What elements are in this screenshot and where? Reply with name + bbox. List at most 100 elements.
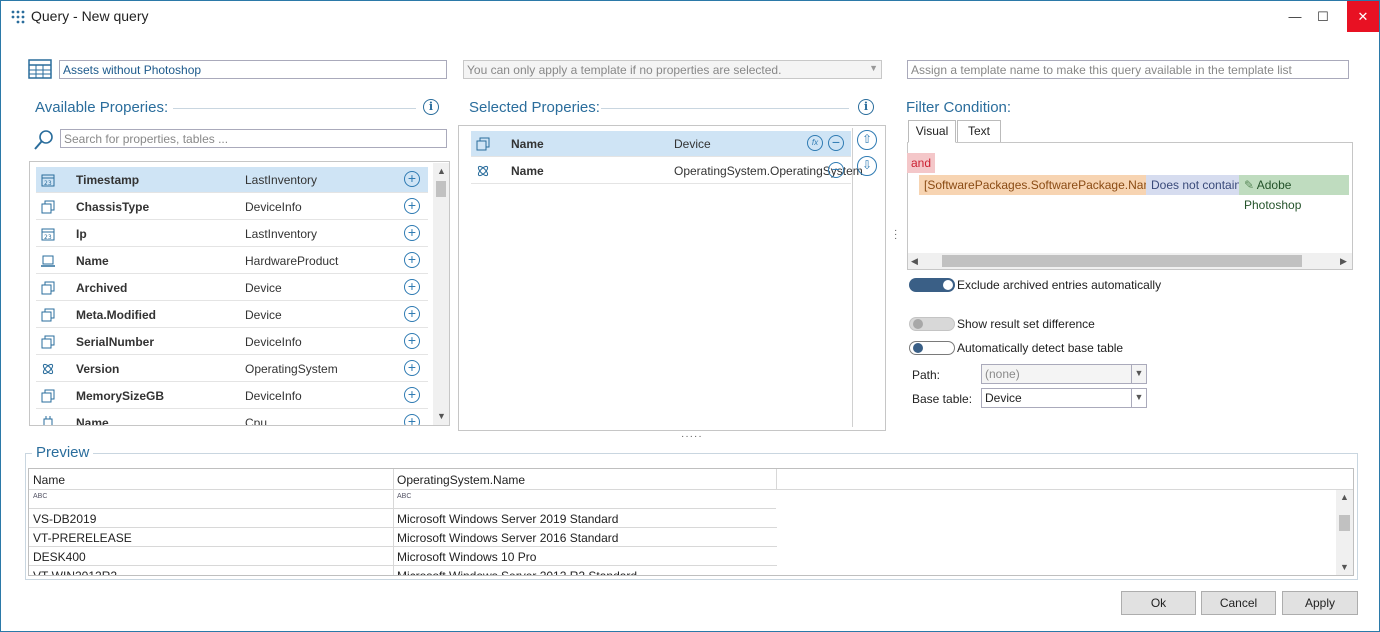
move-up-button[interactable]: ⇧	[857, 130, 877, 150]
available-property-row[interactable]: MemorySizeGB DeviceInfo +	[36, 383, 428, 409]
cancel-button[interactable]: Cancel	[1201, 591, 1276, 615]
and-operator-chip[interactable]: and	[907, 153, 936, 173]
minimize-button[interactable]: —	[1280, 1, 1310, 32]
add-property-button[interactable]: +	[404, 171, 420, 187]
app-logo-icon	[11, 10, 25, 24]
available-properties-list: 23 Timestamp LastInventory + ChassisType Devi…	[29, 161, 450, 426]
column-filter-icon[interactable]: ABC	[33, 493, 47, 500]
filter-value-chip[interactable]: ✎ Adobe Photoshop	[1239, 175, 1349, 212]
available-property-row[interactable]: 23 Timestamp LastInventory +	[36, 167, 428, 193]
column-header-name[interactable]: Name	[33, 473, 65, 487]
base-table-label: Base table:	[912, 392, 973, 406]
tab-visual[interactable]: Visual	[908, 120, 956, 143]
selected-property-row[interactable]: Name OperatingSystem.OperatingSystem −	[471, 158, 863, 184]
scroll-right-icon[interactable]: ▶	[1340, 256, 1347, 267]
exclude-archived-toggle[interactable]	[909, 278, 955, 292]
remove-property-button[interactable]: −	[828, 162, 844, 178]
property-table: DeviceInfo	[245, 200, 302, 214]
scroll-left-icon[interactable]: ◀	[911, 256, 918, 267]
add-property-button[interactable]: +	[404, 414, 420, 425]
path-select: (none) ▼	[981, 364, 1147, 384]
info-icon[interactable]: i	[423, 99, 439, 115]
auto-detect-toggle[interactable]	[909, 341, 955, 355]
property-table: Device	[674, 137, 711, 151]
property-name: Name	[511, 137, 544, 151]
column-header-os-name[interactable]: OperatingSystem.Name	[397, 473, 525, 487]
available-property-row[interactable]: SerialNumber DeviceInfo +	[36, 329, 428, 355]
available-property-row[interactable]: ChassisType DeviceInfo +	[36, 194, 428, 220]
property-name: Timestamp	[76, 173, 140, 187]
add-property-button[interactable]: +	[404, 387, 420, 403]
vertical-splitter[interactable]: · · ·	[894, 226, 897, 244]
svg-text:23: 23	[44, 180, 52, 187]
title-bar: Query - New query — ☐ ✕	[1, 1, 1379, 32]
available-property-row[interactable]: Meta.Modified Device +	[36, 302, 428, 328]
table-row[interactable]: DESK400 Microsoft Windows 10 Pro	[29, 547, 777, 566]
table-row[interactable]: VT-PRERELEASE Microsoft Windows Server 20…	[29, 528, 777, 547]
table-row[interactable]: VS-DB2019 Microsoft Windows Server 2019 S…	[29, 509, 777, 528]
filter-field-chip[interactable]: [SoftwarePackages.SoftwarePackage.Name]	[919, 175, 1169, 195]
apply-button[interactable]: Apply	[1282, 591, 1358, 615]
close-button[interactable]: ✕	[1347, 1, 1379, 32]
available-property-row[interactable]: Archived Device +	[36, 275, 428, 301]
available-rows: 23 Timestamp LastInventory + ChassisType Devi…	[36, 167, 428, 425]
info-icon[interactable]: i	[858, 99, 874, 115]
exclude-archived-label: Exclude archived entries automatically	[957, 278, 1162, 292]
chevron-down-icon[interactable]: ▼	[1131, 389, 1146, 407]
scroll-up-icon[interactable]: ▲	[437, 166, 446, 176]
property-table: Device	[245, 308, 282, 322]
available-property-row[interactable]: Version OperatingSystem +	[36, 356, 428, 382]
filter-editor: and [SoftwarePackages.SoftwarePackage.Na…	[907, 142, 1353, 270]
selected-property-row[interactable]: Name Device fx −	[471, 131, 851, 157]
maximize-button[interactable]: ☐	[1308, 1, 1338, 32]
device-icon	[41, 335, 55, 349]
cell-os-name: Microsoft Windows Server 2016 Standard	[397, 531, 619, 545]
available-property-row[interactable]: Name Cpu +	[36, 410, 428, 425]
add-property-button[interactable]: +	[404, 279, 420, 295]
property-name: Name	[76, 416, 109, 425]
remove-property-button[interactable]: −	[828, 135, 844, 151]
scroll-thumb[interactable]	[436, 181, 446, 197]
horizontal-splitter[interactable]: ·····	[681, 431, 703, 442]
os-icon	[476, 164, 490, 178]
available-property-row[interactable]: 23 Ip LastInventory +	[36, 221, 428, 247]
path-label: Path:	[912, 368, 941, 382]
add-property-button[interactable]: +	[404, 306, 420, 322]
property-table: OperatingSystem	[245, 362, 338, 376]
template-select-placeholder: You can only apply a template if no prop…	[467, 63, 782, 77]
scroll-thumb[interactable]	[1339, 515, 1350, 531]
add-property-button[interactable]: +	[404, 225, 420, 241]
add-property-button[interactable]: +	[404, 333, 420, 349]
selected-rows: Name Device fx − Name OperatingSystem.Operati…	[471, 131, 863, 191]
tab-text[interactable]: Text	[957, 120, 1001, 142]
device-icon	[41, 281, 55, 295]
move-down-button[interactable]: ⇩	[857, 156, 877, 176]
filter-operator-chip[interactable]: Does not contain	[1146, 175, 1247, 195]
function-button[interactable]: fx	[807, 135, 823, 151]
property-table: Device	[245, 281, 282, 295]
template-name-input[interactable]: Assign a template name to make this quer…	[907, 60, 1349, 79]
add-property-button[interactable]: +	[404, 252, 420, 268]
preview-scrollbar[interactable]: ▲ ▼	[1336, 490, 1353, 575]
column-filter-icon[interactable]: ABC	[397, 493, 411, 500]
scroll-up-icon[interactable]: ▲	[1340, 492, 1349, 502]
ok-button[interactable]: Ok	[1121, 591, 1196, 615]
property-table: DeviceInfo	[245, 389, 302, 403]
base-table-select[interactable]: Device ▼	[981, 388, 1147, 408]
scroll-down-icon[interactable]: ▼	[1340, 562, 1349, 572]
scroll-down-icon[interactable]: ▼	[437, 411, 446, 421]
query-name-input[interactable]: Assets without Photoshop	[59, 60, 447, 79]
available-property-row[interactable]: Name HardwareProduct +	[36, 248, 428, 274]
filter-hscrollbar[interactable]: ◀ ▶	[908, 253, 1352, 269]
scroll-thumb[interactable]	[942, 255, 1302, 267]
add-property-button[interactable]: +	[404, 198, 420, 214]
property-name: Name	[76, 254, 109, 268]
available-scrollbar[interactable]: ▲ ▼	[433, 163, 449, 425]
table-row[interactable]: VT-WIN2012R2 Microsoft Windows Server 201…	[29, 566, 777, 575]
preview-grid: Name OperatingSystem.Name ABC ABC VS-DB2…	[28, 468, 1354, 576]
selected-properties-title: Selected Properies:	[469, 99, 600, 116]
add-property-button[interactable]: +	[404, 360, 420, 376]
property-search-input[interactable]: Search for properties, tables ...	[60, 129, 447, 148]
property-table: Cpu	[245, 416, 268, 425]
show-difference-toggle[interactable]	[909, 317, 955, 331]
